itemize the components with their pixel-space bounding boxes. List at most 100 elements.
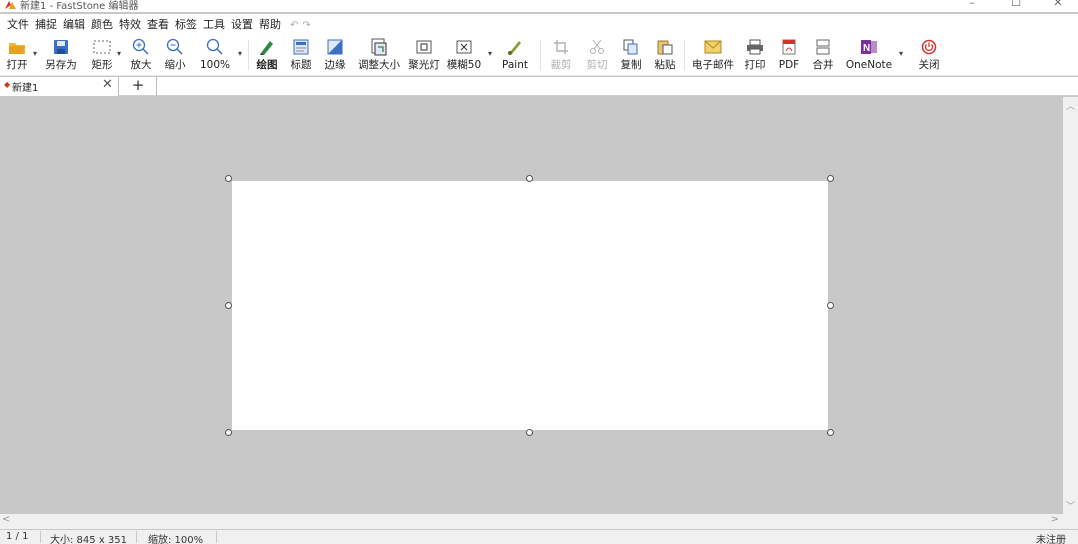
resize-label: 调整大小 (358, 59, 400, 71)
app-logo-icon (5, 1, 16, 9)
rectangle-button[interactable]: 矩形 (88, 38, 116, 74)
edge-label: 边缘 (324, 59, 346, 71)
resize-handle-bottom-right[interactable] (827, 429, 834, 436)
onenote-dropdown-icon[interactable]: ▾ (899, 49, 903, 58)
menu-edit[interactable]: 编辑 (60, 14, 88, 36)
pdf-label: PDF (778, 59, 800, 71)
zoom-100-button[interactable]: 100% (198, 38, 232, 74)
magnifier-icon (205, 38, 225, 56)
menu-tabs[interactable]: 标签 (172, 14, 200, 36)
menu-bar: 文件 捕捉 编辑 颜色 特效 查看 标签 工具 设置 帮助 ↶ ↷ (0, 14, 1078, 36)
blur-button[interactable]: 模糊50 (446, 38, 482, 74)
close-window-button[interactable]: ✕ (1038, 0, 1078, 12)
cut-button[interactable]: 剪切 (584, 38, 610, 74)
open-label: 打开 (6, 59, 28, 71)
paint-button[interactable]: Paint (498, 38, 532, 74)
faststone-editor-window: 新建1 - FastStone 编辑器 – ☐ ✕ 文件 捕捉 编辑 颜色 特效… (0, 0, 1078, 544)
zoom-in-label: 放大 (130, 59, 152, 71)
copy-button[interactable]: 复制 (618, 38, 644, 74)
close-label: 关闭 (918, 59, 940, 71)
title-bar: 新建1 - FastStone 编辑器 – ☐ ✕ (0, 0, 1078, 12)
blur-icon (454, 38, 474, 56)
resize-handle-top-center[interactable] (526, 175, 533, 182)
draw-button[interactable]: 绘图 (254, 38, 280, 74)
menu-capture[interactable]: 捕捉 (32, 14, 60, 36)
zoom-dropdown-icon[interactable]: ▾ (238, 49, 242, 58)
add-tab-button[interactable]: + (120, 77, 157, 96)
resize-handle-bottom-left[interactable] (225, 429, 232, 436)
dotted-rectangle-icon (92, 38, 112, 56)
email-button[interactable]: 电子邮件 (690, 38, 736, 74)
resize-handle-middle-right[interactable] (827, 302, 834, 309)
status-bar: 1 / 1 大小: 845 x 351 缩放: 100% 未注册 (0, 530, 1078, 544)
minimize-button[interactable]: – (952, 0, 992, 12)
copy-label: 复制 (620, 59, 642, 71)
edge-button[interactable]: 边缘 (322, 38, 348, 74)
scissors-icon (587, 38, 607, 56)
tab-new1[interactable]: ◆ 新建1 ✕ (0, 77, 119, 96)
close-button[interactable]: 关闭 (916, 38, 942, 74)
zoom-100-label: 100% (199, 59, 231, 71)
zoom-out-label: 缩小 (164, 59, 186, 71)
menu-colors[interactable]: 颜色 (88, 14, 116, 36)
spotlight-button[interactable]: 聚光灯 (406, 38, 442, 74)
zoom-in-button[interactable]: 放大 (128, 38, 154, 74)
menu-view[interactable]: 查看 (144, 14, 172, 36)
scroll-down-icon[interactable]: ﹀ (1066, 499, 1075, 512)
vertical-scrollbar[interactable]: ︿ ﹀ (1063, 97, 1078, 514)
envelope-icon (703, 38, 723, 56)
canvas-area[interactable] (0, 97, 1063, 514)
edge-icon (325, 38, 345, 56)
caption-button[interactable]: 标题 (288, 38, 314, 74)
blur-dropdown-icon[interactable]: ▾ (488, 49, 492, 58)
tab-close-icon[interactable]: ✕ (102, 77, 113, 92)
scroll-left-icon[interactable]: < (2, 514, 10, 525)
resize-handle-top-right[interactable] (827, 175, 834, 182)
print-button[interactable]: 打印 (742, 38, 768, 74)
paint-brush-icon (505, 38, 525, 56)
open-dropdown-icon[interactable]: ▾ (33, 49, 37, 58)
email-label: 电子邮件 (692, 59, 734, 71)
status-size: 大小: 845 x 351 (50, 535, 127, 544)
modified-dot-icon: ◆ (4, 80, 11, 89)
save-as-button[interactable]: 另存为 (42, 38, 80, 74)
rectangle-label: 矩形 (91, 59, 113, 71)
scroll-right-icon[interactable]: > (1051, 514, 1059, 525)
zoom-in-icon (131, 38, 151, 56)
onenote-icon: N (859, 38, 879, 56)
scroll-up-icon[interactable]: ︿ (1066, 99, 1075, 112)
merge-button[interactable]: 合并 (810, 38, 836, 74)
resize-handle-bottom-center[interactable] (526, 429, 533, 436)
undo-icon[interactable]: ↶ (290, 20, 298, 31)
menu-help[interactable]: 帮助 (256, 14, 284, 36)
caption-icon (291, 38, 311, 56)
menu-effects[interactable]: 特效 (116, 14, 144, 36)
image-canvas[interactable] (232, 181, 828, 430)
svg-text:N: N (863, 43, 870, 54)
folder-open-icon (7, 38, 27, 56)
pdf-icon (779, 38, 799, 56)
horizontal-scrollbar[interactable]: < > (0, 514, 1063, 529)
status-registration: 未注册 (1036, 535, 1066, 544)
redo-icon[interactable]: ↷ (302, 20, 310, 31)
menu-tools[interactable]: 工具 (200, 14, 228, 36)
resize-handle-middle-left[interactable] (225, 302, 232, 309)
pdf-button[interactable]: PDF (776, 38, 802, 74)
status-zoom: 缩放: 100% (148, 535, 204, 544)
caption-label: 标题 (290, 59, 312, 71)
draw-label: 绘图 (256, 59, 278, 71)
crop-button[interactable]: 裁剪 (548, 38, 574, 74)
menu-settings[interactable]: 设置 (228, 14, 256, 36)
save-as-label: 另存为 (45, 59, 77, 71)
zoom-out-icon (165, 38, 185, 56)
open-button[interactable]: 打开 (4, 38, 30, 74)
zoom-out-button[interactable]: 缩小 (162, 38, 188, 74)
rectangle-dropdown-icon[interactable]: ▾ (117, 49, 121, 58)
onenote-button[interactable]: N OneNote (842, 38, 896, 74)
paste-label: 粘贴 (654, 59, 676, 71)
paste-button[interactable]: 粘贴 (652, 38, 678, 74)
menu-file[interactable]: 文件 (4, 14, 32, 36)
resize-handle-top-left[interactable] (225, 175, 232, 182)
maximize-button[interactable]: ☐ (996, 0, 1036, 12)
resize-button[interactable]: 调整大小 (356, 38, 402, 74)
